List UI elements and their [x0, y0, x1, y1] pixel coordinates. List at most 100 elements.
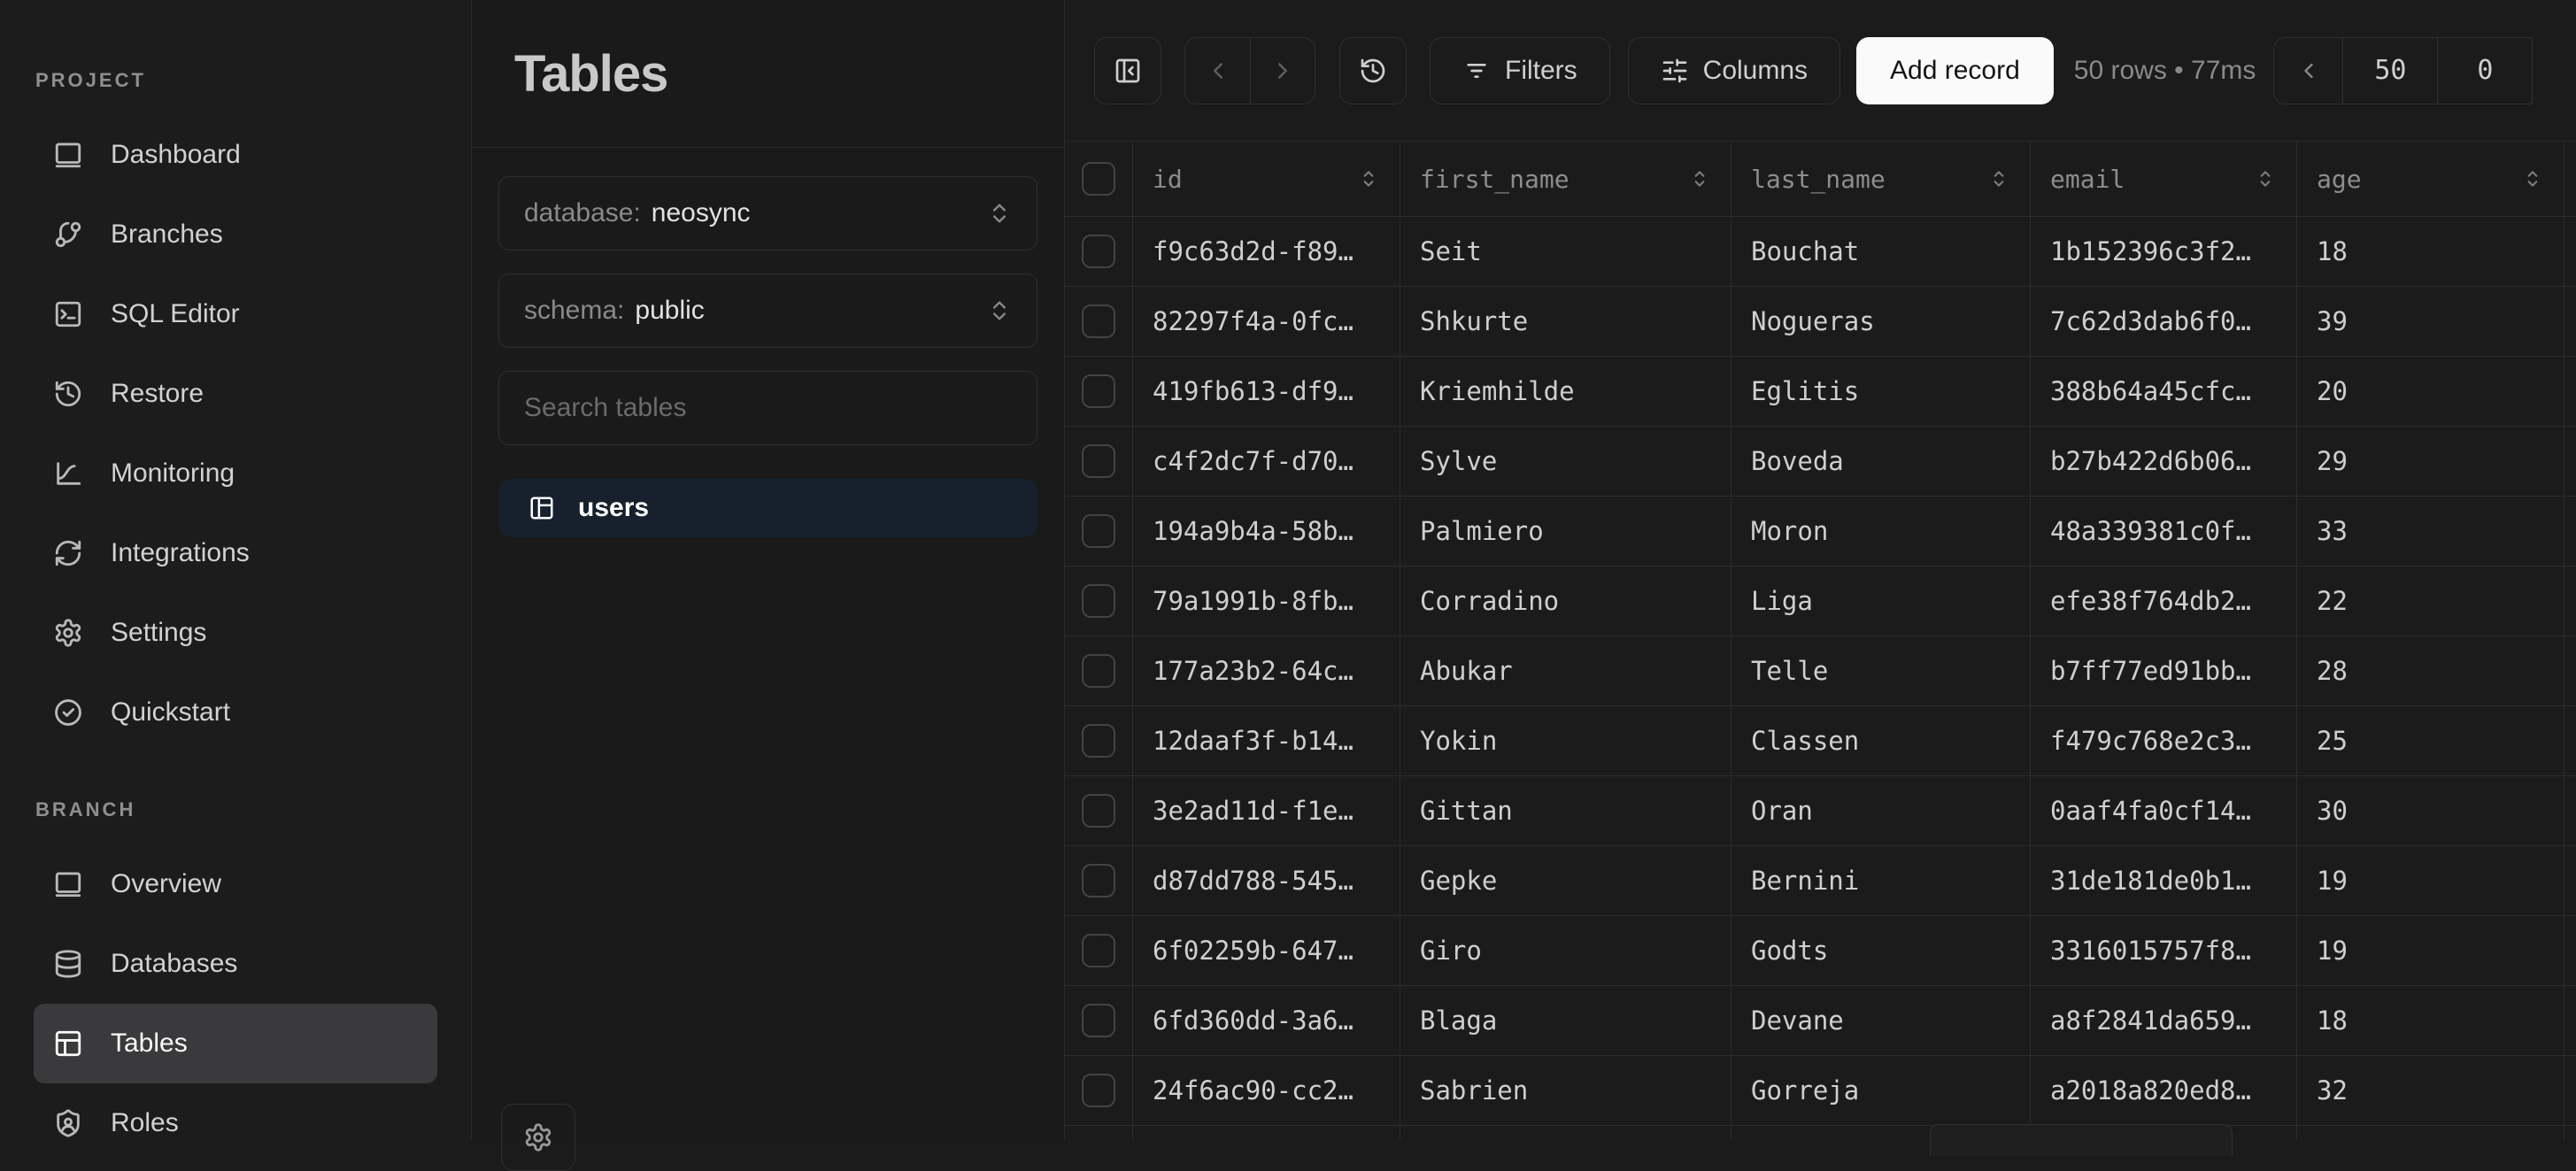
- row-checkbox[interactable]: [1082, 374, 1115, 408]
- cell-last_name[interactable]: Boveda: [1731, 427, 2031, 496]
- table-row[interactable]: 194a9b4a-58b…PalmieroMoron48a339381c0f…3…: [1065, 497, 2576, 566]
- table-list-item-users[interactable]: users: [498, 479, 1037, 537]
- cell-last_name[interactable]: Nogueras: [1731, 287, 2031, 356]
- cell-last_name[interactable]: Oran: [1731, 776, 2031, 845]
- columns-button[interactable]: Columns: [1628, 37, 1840, 104]
- panel-settings-button[interactable]: [501, 1104, 575, 1171]
- cell-email[interactable]: 1b152396c3f2…: [2031, 217, 2297, 286]
- cell-id[interactable]: 194a9b4a-58b…: [1133, 497, 1400, 566]
- cell-age[interactable]: 25: [2297, 706, 2564, 775]
- table-row[interactable]: 6f02259b-647…GiroGodts3316015757f8…19: [1065, 916, 2576, 986]
- sort-icon[interactable]: [2521, 167, 2544, 190]
- cell-first_name[interactable]: Seit: [1400, 217, 1731, 286]
- page-offset-field[interactable]: 0: [2437, 38, 2532, 104]
- forward-button[interactable]: [1250, 38, 1315, 104]
- cell-id[interactable]: f9c63d2d-f89…: [1133, 217, 1400, 286]
- table-row[interactable]: f9c63d2d-f89…SeitBouchat1b152396c3f2…18: [1065, 217, 2576, 287]
- cell-last_name[interactable]: Moron: [1731, 497, 2031, 566]
- sidebar-item-restore[interactable]: Restore: [34, 354, 437, 434]
- cell-last_name[interactable]: Godts: [1731, 916, 2031, 985]
- table-row[interactable]: 12daaf3f-b14…YokinClassenf479c768e2c3…25: [1065, 706, 2576, 776]
- table-row[interactable]: d87dd788-545…GepkeBernini31de181de0b1…19: [1065, 846, 2576, 916]
- table-row[interactable]: 24f6ac90-cc2…SabrienGorrejaa2018a820ed8……: [1065, 1056, 2576, 1126]
- cell-first_name[interactable]: Gittan: [1400, 776, 1731, 845]
- filters-button[interactable]: Filters: [1430, 37, 1610, 104]
- cell-email[interactable]: f479c768e2c3…: [2031, 706, 2297, 775]
- cell-id[interactable]: 6fd360dd-3a6…: [1133, 986, 1400, 1055]
- sidebar-item-branches[interactable]: Branches: [34, 195, 437, 274]
- cell-first_name[interactable]: Giro: [1400, 916, 1731, 985]
- cell-first_name[interactable]: Palmiero: [1400, 497, 1731, 566]
- cell-first_name[interactable]: Kriemhilde: [1400, 357, 1731, 426]
- row-checkbox[interactable]: [1082, 724, 1115, 758]
- cell-first_name[interactable]: Corradino: [1400, 566, 1731, 636]
- cell-id[interactable]: 3e2ad11d-f1e…: [1133, 776, 1400, 845]
- cell-last_name[interactable]: Bernini: [1731, 846, 2031, 915]
- header-last-name[interactable]: last_name: [1731, 142, 2031, 216]
- cell-email[interactable]: 3316015757f8…: [2031, 916, 2297, 985]
- row-checkbox[interactable]: [1082, 235, 1115, 268]
- row-checkbox[interactable]: [1082, 934, 1115, 967]
- cell-id[interactable]: 419fb613-df9…: [1133, 357, 1400, 426]
- sidebar-item-overview[interactable]: Overview: [34, 844, 437, 924]
- cell-age[interactable]: 29: [2297, 427, 2564, 496]
- cell-age[interactable]: 39: [2297, 287, 2564, 356]
- sidebar-item-sql-editor[interactable]: SQL Editor: [34, 274, 437, 354]
- cell-age[interactable]: 18: [2297, 986, 2564, 1055]
- query-history-button[interactable]: [1339, 37, 1407, 104]
- cell-email[interactable]: b7ff77ed91bb…: [2031, 636, 2297, 705]
- cell-first_name[interactable]: Shkurte: [1400, 287, 1731, 356]
- table-row[interactable]: 79a1991b-8fb…CorradinoLigaefe38f764db2…2…: [1065, 566, 2576, 636]
- table-row[interactable]: 3e2ad11d-f1e…GittanOran0aaf4fa0cf14…30: [1065, 776, 2576, 846]
- cell-id[interactable]: 177a23b2-64c…: [1133, 636, 1400, 705]
- cell-email[interactable]: 31de181de0b1…: [2031, 846, 2297, 915]
- cell-email[interactable]: 388b64a45cfc…: [2031, 357, 2297, 426]
- row-checkbox[interactable]: [1082, 794, 1115, 828]
- search-tables-input[interactable]: [498, 371, 1037, 445]
- sidebar-item-dashboard[interactable]: Dashboard: [34, 115, 437, 195]
- cell-last_name[interactable]: Eglitis: [1731, 357, 2031, 426]
- cell-id[interactable]: 79a1991b-8fb…: [1133, 566, 1400, 636]
- page-size-field[interactable]: 50: [2342, 38, 2437, 104]
- cell-age[interactable]: 33: [2297, 497, 2564, 566]
- sidebar-item-settings[interactable]: Settings: [34, 593, 437, 673]
- table-row[interactable]: 6fd360dd-3a6…BlagaDevanea8f2841da659…18: [1065, 986, 2576, 1056]
- cell-id[interactable]: c4f2dc7f-d70…: [1133, 427, 1400, 496]
- cell-age[interactable]: 19: [2297, 916, 2564, 985]
- header-id[interactable]: id: [1133, 142, 1400, 216]
- cell-first_name[interactable]: Sylve: [1400, 427, 1731, 496]
- sort-icon[interactable]: [2254, 167, 2277, 190]
- sidebar-item-databases[interactable]: Databases: [34, 924, 437, 1004]
- floating-panel[interactable]: [1930, 1124, 2233, 1156]
- cell-last_name[interactable]: Classen: [1731, 706, 2031, 775]
- header-first-name[interactable]: first_name: [1400, 142, 1731, 216]
- table-row[interactable]: 82297f4a-0fc…ShkurteNogueras7c62d3dab6f0…: [1065, 287, 2576, 357]
- sidebar-item-roles[interactable]: Roles: [34, 1083, 437, 1163]
- sort-icon[interactable]: [1688, 167, 1711, 190]
- cell-age[interactable]: 18: [2297, 217, 2564, 286]
- sidebar-item-tables[interactable]: Tables: [34, 1004, 437, 1083]
- cell-id[interactable]: d87dd788-545…: [1133, 846, 1400, 915]
- cell-id[interactable]: 24f6ac90-cc2…: [1133, 1056, 1400, 1125]
- cell-age[interactable]: 22: [2297, 566, 2564, 636]
- cell-first_name[interactable]: Blaga: [1400, 986, 1731, 1055]
- cell-last_name[interactable]: Devane: [1731, 986, 2031, 1055]
- cell-first_name[interactable]: Yokin: [1400, 706, 1731, 775]
- cell-last_name[interactable]: Telle: [1731, 636, 2031, 705]
- cell-age[interactable]: 28: [2297, 636, 2564, 705]
- cell-id[interactable]: 6f02259b-647…: [1133, 916, 1400, 985]
- cell-first_name[interactable]: Abukar: [1400, 636, 1731, 705]
- sort-icon[interactable]: [1357, 167, 1380, 190]
- cell-age[interactable]: 20: [2297, 357, 2564, 426]
- header-email[interactable]: email: [2031, 142, 2297, 216]
- cell-id[interactable]: 12daaf3f-b14…: [1133, 706, 1400, 775]
- schema-select[interactable]: schema:public: [498, 273, 1037, 348]
- select-all-checkbox[interactable]: [1082, 162, 1115, 196]
- cell-last_name[interactable]: Bouchat: [1731, 217, 2031, 286]
- row-checkbox[interactable]: [1082, 864, 1115, 898]
- row-checkbox[interactable]: [1082, 654, 1115, 688]
- cell-age[interactable]: 30: [2297, 776, 2564, 845]
- row-checkbox[interactable]: [1082, 1074, 1115, 1107]
- row-checkbox[interactable]: [1082, 584, 1115, 618]
- cell-email[interactable]: efe38f764db2…: [2031, 566, 2297, 636]
